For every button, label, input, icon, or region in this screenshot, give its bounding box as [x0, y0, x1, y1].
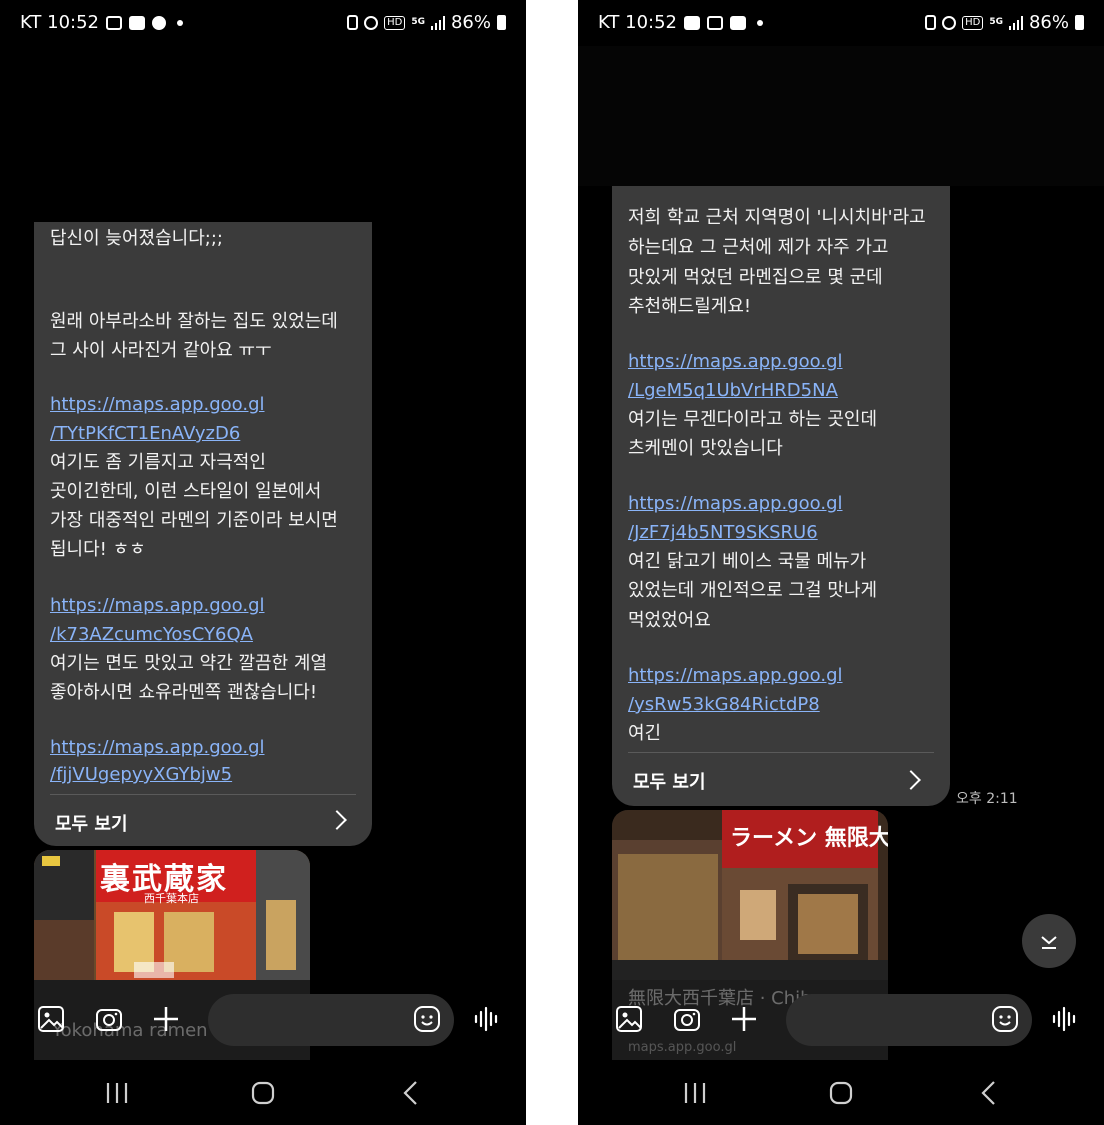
home-icon[interactable]	[250, 1080, 276, 1106]
chat-icon	[152, 15, 166, 30]
see-all-button[interactable]: 모두 보기	[55, 810, 128, 836]
map-link[interactable]: /k73AZcumcYosCY6QA	[50, 620, 253, 649]
header-area	[578, 46, 1104, 186]
voice-icon[interactable]	[472, 1004, 502, 1034]
carrier-time: KT 10:52	[598, 12, 677, 33]
message-line: 하는데요 그 근처에 제가 자주 가고	[628, 237, 889, 258]
plus-icon[interactable]	[729, 1004, 759, 1034]
message-bubble[interactable]: 답신이 늦어졌습니다;;; 원래 아부라소바 잘하는 집도 있었는데 그 사이 …	[34, 222, 372, 846]
scroll-to-bottom-button[interactable]	[1022, 914, 1076, 968]
message-line: 됩니다! ㅎㅎ	[50, 539, 146, 560]
camera-icon[interactable]	[672, 1004, 702, 1034]
composer-bar	[578, 990, 1104, 1052]
message-line: 있었는데 개인적으로 그걸 맛나게	[628, 580, 878, 601]
sign-text: ラーメン 無限大	[730, 825, 888, 851]
navigation-bar	[0, 1060, 526, 1125]
home-icon[interactable]	[828, 1080, 854, 1106]
composer-bar	[0, 990, 526, 1052]
5g-icon: 5G	[989, 17, 1003, 27]
more-notifications-icon	[757, 19, 763, 26]
plus-icon[interactable]	[151, 1004, 181, 1034]
map-link[interactable]: https://maps.app.goo.gl	[50, 733, 265, 762]
message-line: 여기는 면도 맛있고 약간 깔끔한 계열	[50, 653, 328, 674]
divider	[50, 794, 356, 795]
gallery-icon[interactable]	[36, 1004, 66, 1034]
message-line: 원래 아부라소바 잘하는 집도 있었는데	[50, 311, 338, 332]
battery-icon	[497, 15, 506, 30]
chevron-right-icon	[901, 770, 921, 790]
more-notifications-icon	[177, 19, 183, 26]
sim-icon	[925, 15, 937, 30]
message-line: 가장 대중적인 라멘의 기준이라 보시면	[50, 510, 338, 531]
alarm-icon	[942, 15, 957, 30]
5g-icon: 5G	[411, 17, 425, 27]
phone-screen-left: KT 10:52 HD 5G 86% 답신이 늦어졌습니다;;; 원래 아부라소…	[0, 0, 526, 1125]
hd-icon: HD	[962, 15, 984, 30]
emoji-icon[interactable]	[412, 1004, 442, 1034]
chevron-right-icon	[327, 810, 347, 830]
map-link[interactable]: /fjjVUgepyyXGYbjw5	[50, 760, 232, 789]
hd-icon: HD	[384, 15, 406, 30]
map-link[interactable]: /TYtPKfCT1EnAVyzD6	[50, 419, 240, 448]
battery-percent: 86%	[1028, 12, 1069, 33]
battery-icon	[1075, 15, 1084, 30]
message-input[interactable]	[208, 994, 454, 1046]
message-timestamp: 오후 2:11	[956, 791, 1018, 807]
message-input[interactable]	[786, 994, 1032, 1046]
recent-apps-icon[interactable]	[682, 1080, 708, 1106]
message-line: 츠케멘이 맛있습니다	[628, 438, 783, 459]
map-link[interactable]: https://maps.app.goo.gl	[628, 489, 843, 518]
status-bar: KT 10:52 HD 5G 86%	[0, 0, 526, 46]
map-link[interactable]: https://maps.app.goo.gl	[628, 661, 843, 690]
message-line: 답신이 늦어졌습니다;;;	[50, 228, 223, 249]
camera-icon[interactable]	[94, 1004, 124, 1034]
battery-percent: 86%	[450, 12, 491, 33]
alarm-icon	[364, 15, 379, 30]
back-icon[interactable]	[976, 1080, 1002, 1106]
message-bubble[interactable]: 저희 학교 근처 지역명이 '니시치바'라고 하는데요 그 근처에 제가 자주 …	[612, 186, 950, 806]
photo-icon	[684, 15, 700, 30]
map-link[interactable]: https://maps.app.goo.gl	[628, 347, 843, 376]
sign-subtext: 西千葉本店	[144, 892, 199, 905]
divider	[628, 752, 934, 753]
map-link[interactable]: /ysRw53kG84RictdP8	[628, 690, 820, 719]
map-link[interactable]: https://maps.app.goo.gl	[50, 390, 265, 419]
phone-screen-right: KT 10:52 HD 5G 86% 저희 학교 근처 지역명이 '니시치바'라…	[578, 0, 1104, 1125]
carrier-time: KT 10:52	[20, 12, 99, 33]
chevron-down-icon	[1041, 936, 1057, 949]
message-line: 추천해드릴게요!	[628, 296, 752, 317]
message-line: 저희 학교 근처 지역명이 '니시치바'라고	[628, 207, 926, 228]
message-line: 좋아하시면 쇼유라멘쪽 괜찮습니다!	[50, 682, 318, 703]
map-link[interactable]: /LgeM5q1UbVrHRD5NA	[628, 376, 838, 405]
message-line: 맛있게 먹었던 라멘집으로 몇 군데	[628, 267, 883, 288]
message-line: 여기는 무겐다이라고 하는 곳인데	[628, 409, 878, 430]
notification-icon	[707, 15, 723, 30]
notification-icon	[106, 15, 122, 30]
status-bar: KT 10:52 HD 5G 86%	[578, 0, 1104, 46]
message-line: 여긴	[628, 723, 662, 744]
signal-icon	[430, 15, 445, 30]
voice-icon[interactable]	[1050, 1004, 1080, 1034]
navigation-bar	[578, 1060, 1104, 1125]
message-line: 그 사이 사라진거 같아요 ㅠㅜ	[50, 340, 272, 361]
map-link[interactable]: https://maps.app.goo.gl	[50, 591, 265, 620]
emoji-icon[interactable]	[990, 1004, 1020, 1034]
sim-icon	[347, 15, 359, 30]
back-icon[interactable]	[398, 1080, 424, 1106]
message-line: 여긴 닭고기 베이스 국물 메뉴가	[628, 551, 867, 572]
map-link[interactable]: /JzF7j4b5NT9SKSRU6	[628, 518, 818, 547]
youtube-icon	[730, 15, 746, 30]
message-line: 곳이긴한데, 이런 스타일이 일본에서	[50, 481, 322, 502]
signal-icon	[1008, 15, 1023, 30]
gallery-icon[interactable]	[614, 1004, 644, 1034]
youtube-icon	[129, 15, 145, 30]
see-all-button[interactable]: 모두 보기	[633, 768, 706, 794]
recent-apps-icon[interactable]	[104, 1080, 130, 1106]
message-line: 여기도 좀 기름지고 자극적인	[50, 452, 266, 473]
message-line: 먹었었어요	[628, 610, 711, 631]
